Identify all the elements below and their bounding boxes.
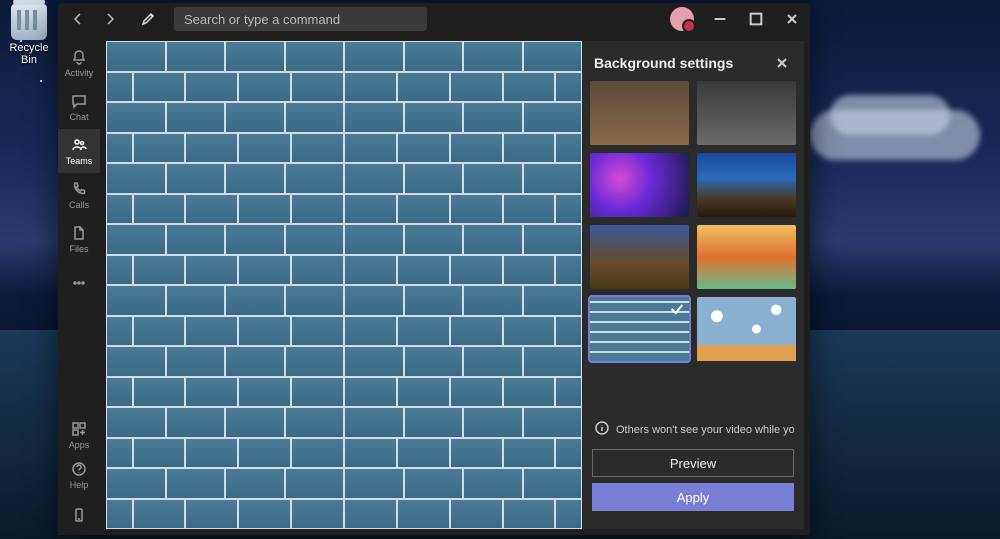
background-settings-panel: Background settings Others won't see you… <box>582 41 804 529</box>
bg-thumb-bg-street[interactable] <box>590 81 689 145</box>
user-avatar[interactable] <box>670 7 694 31</box>
maximize-button[interactable] <box>738 3 774 35</box>
rail-label: Help <box>70 480 89 490</box>
rail-label: Files <box>69 244 88 254</box>
help-icon <box>70 460 88 478</box>
forward-button[interactable] <box>94 3 126 35</box>
info-text: Others won't see your video while you pr… <box>592 414 794 449</box>
rail-label: Apps <box>69 440 90 450</box>
chat-icon <box>70 92 88 110</box>
bell-icon <box>70 48 88 66</box>
desktop-cloud <box>830 95 950 135</box>
back-button[interactable] <box>62 3 94 35</box>
preview-button[interactable]: Preview <box>592 449 794 477</box>
minimize-button[interactable] <box>702 3 738 35</box>
video-preview <box>106 41 582 529</box>
panel-close-button[interactable] <box>772 53 792 73</box>
rail-chat[interactable]: Chat <box>58 85 100 129</box>
bg-thumb-bg-mech[interactable] <box>697 81 796 145</box>
bg-thumb-bg-alley[interactable] <box>590 225 689 289</box>
recycle-bin-label: Recycle Bin <box>9 42 48 66</box>
rail-more[interactable] <box>58 261 100 305</box>
device-icon <box>70 506 88 524</box>
rail-activity[interactable]: Activity <box>58 41 100 85</box>
rail-device[interactable] <box>58 495 100 535</box>
rail-label: Teams <box>66 156 93 166</box>
file-icon <box>70 224 88 242</box>
rail-teams[interactable]: Teams <box>58 129 100 173</box>
bg-thumb-bg-brick[interactable] <box>590 297 689 361</box>
recycle-bin-icon <box>11 4 47 40</box>
bg-thumb-bg-planet[interactable] <box>697 153 796 217</box>
titlebar: Search or type a command <box>58 3 810 35</box>
close-button[interactable] <box>774 3 810 35</box>
check-icon <box>669 301 685 317</box>
apply-button[interactable]: Apply <box>592 483 794 511</box>
apps-icon <box>70 420 88 438</box>
rail-label: Activity <box>65 68 94 78</box>
info-icon <box>594 420 610 439</box>
teams-icon <box>70 136 88 154</box>
rail-label: Chat <box>69 112 88 122</box>
rail-files[interactable]: Files <box>58 217 100 261</box>
rail-calls[interactable]: Calls <box>58 173 100 217</box>
recycle-bin[interactable]: Recycle Bin <box>4 4 54 66</box>
app-rail: Activity Chat Teams Calls Files <box>58 35 100 535</box>
bg-thumb-bg-sunset[interactable] <box>697 225 796 289</box>
info-label: Others won't see your video while you pr… <box>616 424 794 436</box>
search-input[interactable]: Search or type a command <box>174 7 427 31</box>
more-icon <box>70 274 88 292</box>
bg-thumb-bg-nebula[interactable] <box>590 153 689 217</box>
bg-thumb-bg-clouds[interactable] <box>697 297 796 361</box>
search-placeholder: Search or type a command <box>184 12 340 27</box>
rail-apps[interactable]: Apps <box>58 415 100 455</box>
compose-button[interactable] <box>132 3 164 35</box>
teams-window: Search or type a command Activity Chat T… <box>58 3 810 535</box>
rail-help[interactable]: Help <box>58 455 100 495</box>
rail-label: Calls <box>69 200 89 210</box>
phone-icon <box>70 180 88 198</box>
panel-title: Background settings <box>594 55 733 71</box>
